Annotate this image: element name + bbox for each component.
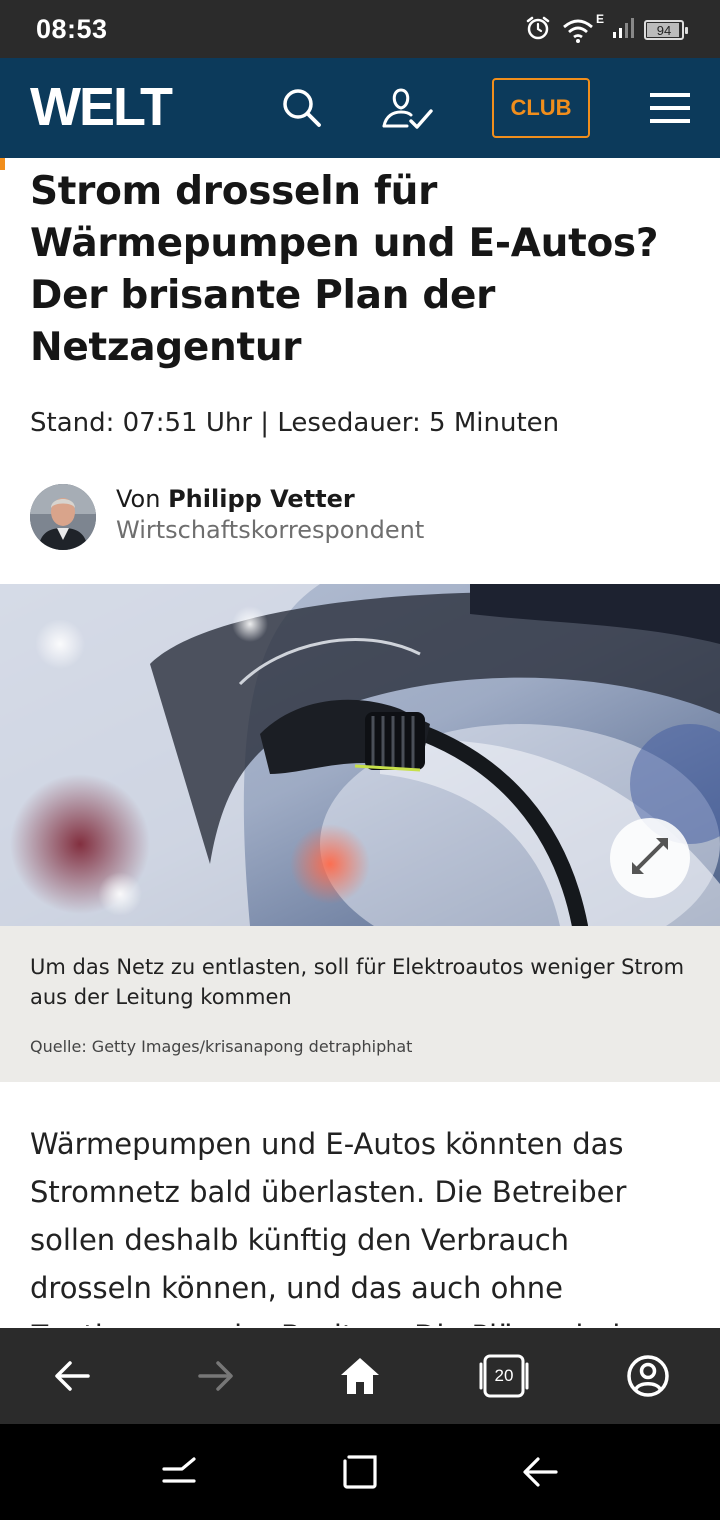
tabs-icon[interactable]: 20 — [476, 1348, 532, 1404]
site-header: WELT CLUB — [0, 58, 720, 158]
author-prefix: Von — [116, 485, 161, 513]
article-hero-image[interactable] — [0, 584, 720, 926]
club-button[interactable]: CLUB — [492, 78, 590, 138]
profile-icon[interactable] — [620, 1348, 676, 1404]
search-icon[interactable] — [278, 84, 326, 132]
forward-arrow-icon[interactable] — [188, 1348, 244, 1404]
author-line: Von Philipp Vetter — [116, 485, 355, 513]
battery-icon: 94 — [644, 20, 688, 40]
signal-icon — [612, 16, 634, 44]
battery-level: 94 — [656, 22, 672, 38]
author-avatar[interactable] — [30, 484, 96, 550]
network-type-label: E — [596, 12, 605, 26]
status-icons: E 94 — [524, 12, 688, 46]
accent-mark — [0, 158, 5, 170]
image-caption: Um das Netz zu entlasten, soll für Elekt… — [30, 955, 685, 1009]
home-square-icon[interactable] — [336, 1448, 384, 1496]
author-role: Wirtschaftskorrespondent — [116, 516, 425, 544]
account-icon[interactable] — [380, 84, 436, 132]
back-arrow-icon[interactable] — [44, 1348, 100, 1404]
image-source: Quelle: Getty Images/krisanapong detraph… — [30, 1037, 413, 1056]
article-meta: Stand: 07:51 Uhr | Lesedauer: 5 Minuten — [30, 408, 560, 438]
welt-logo[interactable]: WELT — [30, 80, 173, 134]
expand-image-button[interactable] — [610, 818, 690, 898]
article-headline: Strom drosseln für Wärmepumpen und E-Aut… — [30, 169, 659, 370]
recent-apps-icon[interactable] — [156, 1448, 204, 1496]
author-name[interactable]: Philipp Vetter — [168, 485, 355, 513]
article-body: Wärmepumpen und E-Autos könnten das Stro… — [30, 1127, 627, 1326]
system-nav-bar — [0, 1424, 720, 1520]
menu-icon[interactable] — [646, 84, 694, 132]
alarm-icon — [524, 14, 552, 46]
back-icon[interactable] — [516, 1448, 564, 1496]
tab-count: 20 — [494, 1366, 514, 1385]
home-icon[interactable] — [332, 1348, 388, 1404]
browser-toolbar: 20 — [0, 1328, 720, 1424]
expand-icon — [628, 834, 672, 882]
clock: 08:53 — [36, 14, 108, 44]
status-bar: 08:53 E 94 — [0, 0, 720, 58]
wifi-icon: E — [562, 12, 604, 44]
